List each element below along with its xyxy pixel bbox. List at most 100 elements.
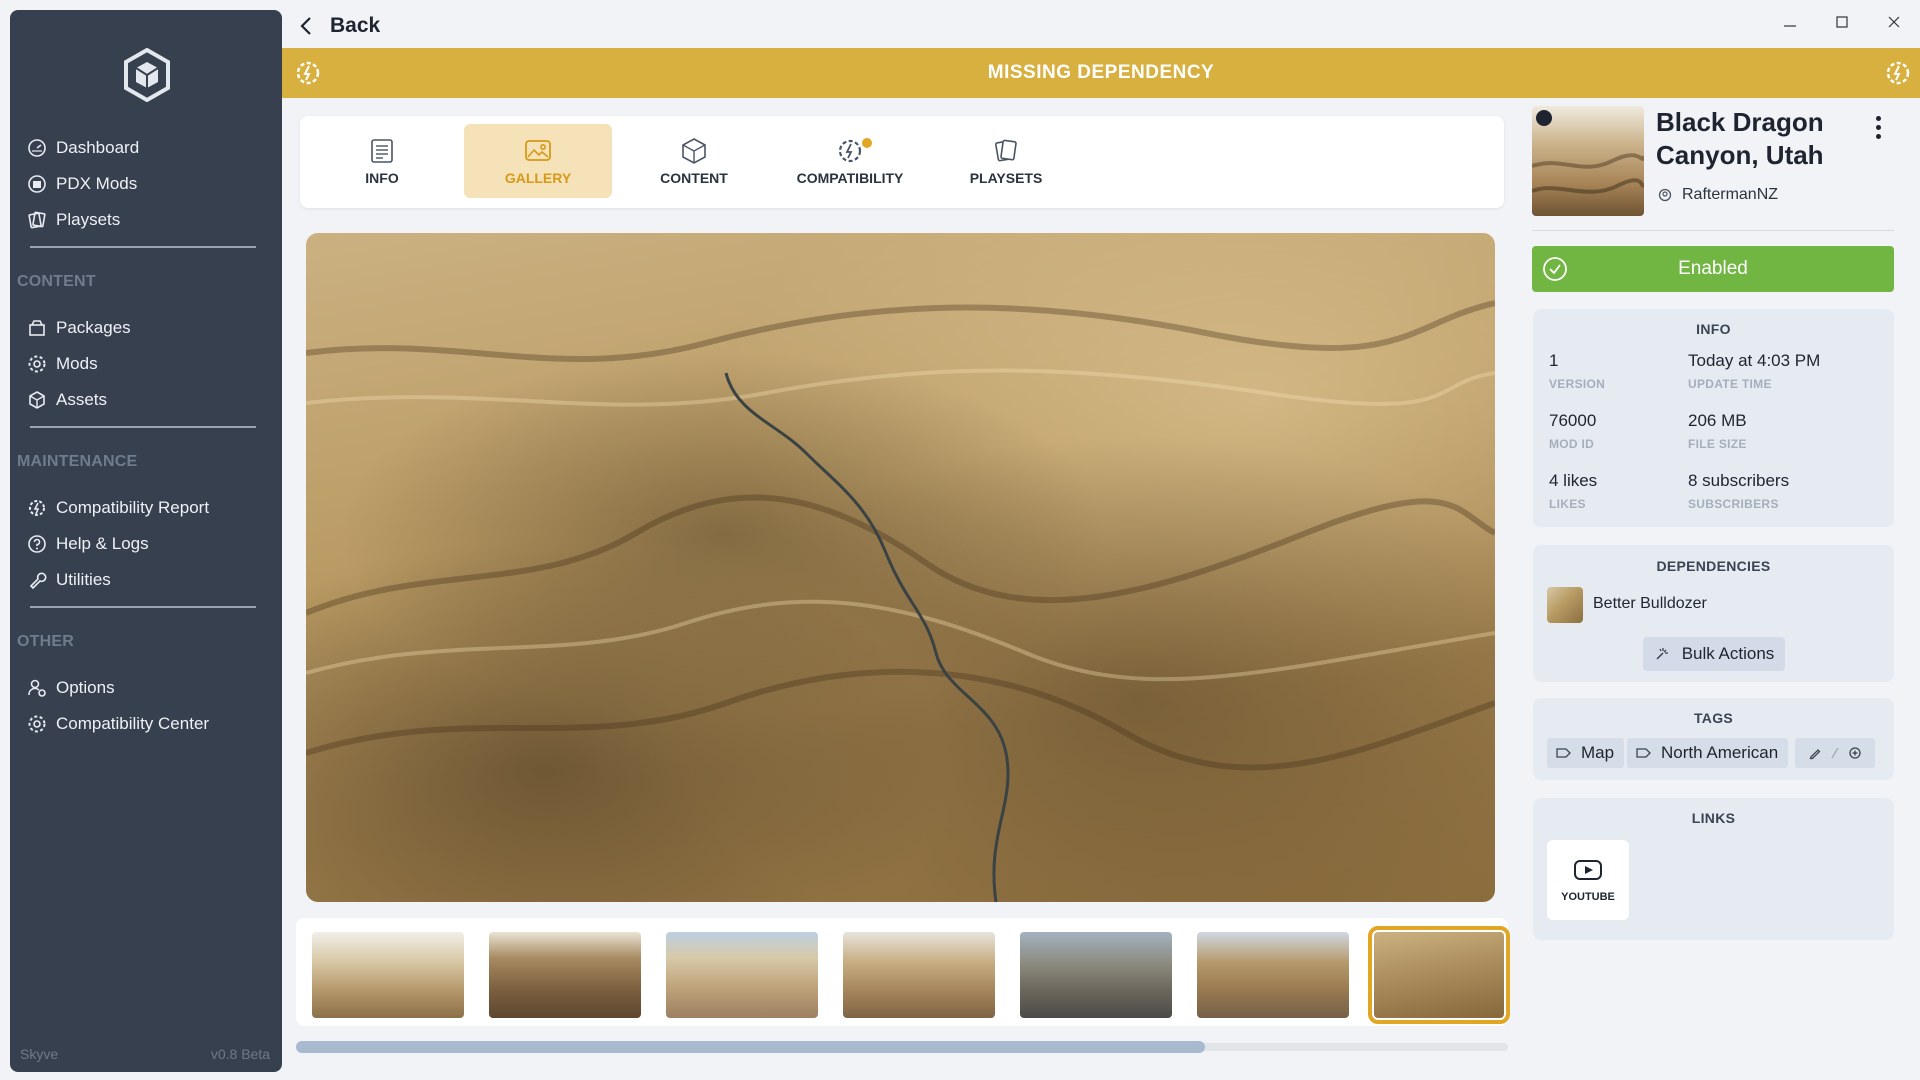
pencil-icon	[1809, 749, 1821, 760]
mod-thumbnail-image	[1532, 110, 1644, 194]
gallery-main-image[interactable]	[306, 233, 1495, 902]
sidebar-item-compatibility-center[interactable]: Compatibility Center	[26, 709, 209, 739]
sidebar-divider	[30, 246, 256, 248]
tab-label: COMPATIBILITY	[796, 170, 904, 186]
sidebar-item-help-logs[interactable]: Help & Logs	[26, 529, 149, 559]
gear-icon	[26, 713, 48, 735]
update-time-value: Today at 4:03 PM	[1688, 351, 1821, 370]
tag-label: Map	[1581, 743, 1615, 762]
tag-label: North American	[1661, 743, 1779, 762]
gallery-thumbnail[interactable]	[666, 932, 818, 1018]
slash-icon	[1831, 747, 1839, 759]
sidebar-heading-other: OTHER	[17, 633, 74, 650]
gallery-thumbnail[interactable]	[1020, 932, 1172, 1018]
cube-icon	[682, 138, 706, 164]
sidebar-item-label: Dashboard	[56, 138, 140, 157]
sidebar-item-packages[interactable]: Packages	[26, 313, 131, 343]
check-circle-icon	[1543, 257, 1567, 281]
update-time-label: UPDATE TIME	[1688, 377, 1772, 391]
kebab-dot	[1875, 115, 1881, 121]
playsets-icon	[26, 209, 48, 231]
tab-compatibility[interactable]: COMPATIBILITY	[776, 124, 924, 198]
maximize-icon	[1836, 16, 1848, 28]
app-name: Skyve	[20, 1046, 59, 1062]
likes-value: 4 likes	[1549, 471, 1598, 490]
tab-info[interactable]: INFO	[308, 124, 456, 198]
app-version: v0.8 Beta	[210, 1046, 270, 1062]
close-icon	[1888, 16, 1900, 28]
sidebar-item-compatibility-report[interactable]: Compatibility Report	[26, 493, 209, 523]
mod-author[interactable]: RaftermanNZ	[1658, 186, 1778, 204]
gallery-icon	[525, 140, 551, 161]
sidebar-item-playsets[interactable]: Playsets	[26, 205, 120, 235]
file-size-value: 206 MB	[1688, 411, 1747, 430]
back-label: Back	[330, 14, 381, 37]
tab-playsets[interactable]: PLAYSETS	[932, 124, 1080, 198]
tag-icon	[1636, 748, 1651, 758]
sidebar-item-label: Compatibility Center	[56, 714, 210, 733]
mod-title-line: Canyon, Utah	[1656, 140, 1824, 170]
bulk-actions-button[interactable]: Bulk Actions	[1643, 637, 1785, 671]
playsets-icon	[994, 139, 1017, 162]
gallery-thumbnail-selected[interactable]	[1368, 926, 1510, 1024]
help-icon	[26, 533, 48, 555]
sidebar-item-pdx-mods[interactable]: PDX Mods	[26, 169, 137, 199]
youtube-link-button[interactable]: YOUTUBE	[1547, 840, 1629, 920]
tab-bar: INFO GALLERY CONTENT COMPATIBILITY PLAYS…	[300, 116, 1504, 208]
tab-label: PLAYSETS	[969, 170, 1043, 186]
subscribers-value: 8 subscribers	[1688, 471, 1790, 490]
tab-gallery[interactable]: GALLERY	[464, 124, 612, 198]
sidebar-item-assets[interactable]: Assets	[26, 385, 107, 415]
back-button[interactable]: Back	[296, 10, 380, 42]
tab-content[interactable]: CONTENT	[620, 124, 768, 198]
compatibility-icon[interactable]	[1884, 59, 1912, 87]
links-card: LINKS YOUTUBE	[1533, 798, 1894, 940]
tags-card-title: TAGS	[1693, 710, 1734, 726]
tab-label: INFO	[365, 170, 399, 186]
mod-title-line: Black Dragon	[1656, 107, 1824, 137]
maximize-button[interactable]	[1824, 8, 1860, 36]
bulk-actions-icon	[1656, 648, 1668, 660]
thumbnail-scrollbar-thumb[interactable]	[296, 1041, 1205, 1053]
wrench-icon	[26, 569, 48, 591]
add-circle-icon	[1849, 747, 1861, 759]
close-button[interactable]	[1876, 8, 1912, 36]
sidebar-item-label: Help & Logs	[56, 534, 149, 553]
more-options-button[interactable]	[1868, 112, 1888, 142]
gallery-thumbnail[interactable]	[489, 932, 641, 1018]
info-icon	[371, 139, 393, 163]
sidebar-item-dashboard[interactable]: Dashboard	[26, 133, 139, 163]
sidebar-divider	[30, 606, 256, 608]
gallery-thumbnail[interactable]	[1197, 932, 1349, 1018]
gallery-thumbnail[interactable]	[312, 932, 464, 1018]
user-settings-icon	[26, 677, 48, 699]
youtube-icon	[1574, 860, 1602, 880]
tag-north-american[interactable]: North American	[1627, 738, 1789, 768]
dependencies-card-title: DEPENDENCIES	[1656, 558, 1771, 574]
enabled-label: Enabled	[1678, 258, 1748, 279]
canyon-landscape-image	[306, 300, 1495, 902]
tab-label: CONTENT	[660, 170, 728, 186]
sidebar: Dashboard PDX Mods Playsets CONTENT Pack…	[10, 10, 282, 1072]
minimize-button[interactable]	[1772, 8, 1808, 36]
edit-tags-button[interactable]	[1795, 738, 1875, 768]
cube-icon	[26, 389, 48, 411]
missing-dependency-banner: MISSING DEPENDENCY	[282, 48, 1920, 98]
mod-thumbnail	[1532, 106, 1644, 216]
compatibility-icon	[296, 61, 320, 85]
tag-map[interactable]: Map	[1547, 738, 1625, 768]
sidebar-item-label: Assets	[56, 390, 108, 409]
sidebar-item-utilities[interactable]: Utilities	[26, 565, 111, 595]
author-icon	[1658, 188, 1672, 202]
kebab-dot	[1875, 124, 1881, 130]
bulk-actions-label: Bulk Actions	[1681, 644, 1775, 663]
dependencies-card: DEPENDENCIES Better Bulldozer Bulk Actio…	[1533, 545, 1894, 682]
sidebar-heading-maintenance: MAINTENANCE	[17, 453, 138, 470]
tag-icon	[1556, 748, 1571, 758]
enabled-toggle-button[interactable]: Enabled	[1532, 246, 1894, 292]
gallery-thumbnail[interactable]	[843, 932, 995, 1018]
sidebar-item-options[interactable]: Options	[26, 673, 115, 703]
dependency-name[interactable]: Better Bulldozer	[1593, 595, 1707, 613]
sidebar-item-mods[interactable]: Mods	[26, 349, 98, 379]
file-size-label: FILE SIZE	[1688, 437, 1747, 451]
